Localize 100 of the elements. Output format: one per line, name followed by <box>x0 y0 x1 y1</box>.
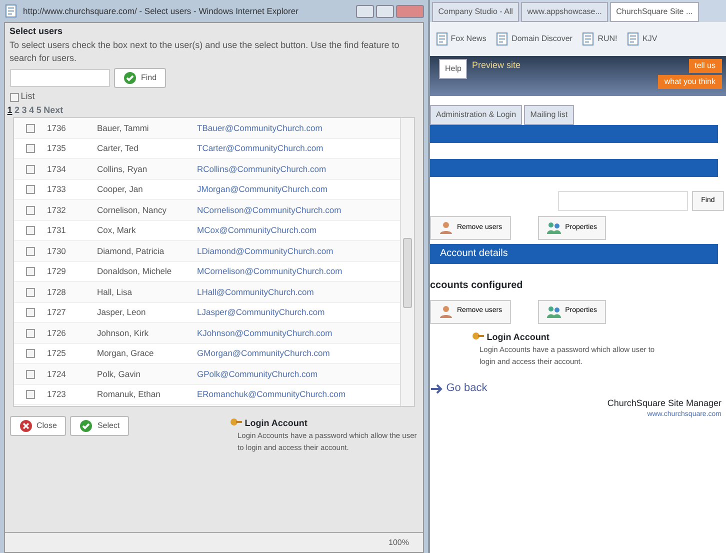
minimize-button[interactable] <box>356 4 374 18</box>
email-link[interactable]: MCox@CommunityChurch.com <box>197 224 317 237</box>
email-link[interactable]: MCornelison@CommunityChurch.com <box>197 265 342 278</box>
close-button[interactable] <box>396 4 424 18</box>
user-id: 1732 <box>47 204 67 216</box>
user-icon <box>439 304 453 318</box>
checkbox-label: List <box>20 90 35 104</box>
email-link[interactable]: NCornelison@CommunityChurch.com <box>197 204 342 216</box>
email-link[interactable]: TBauer@CommunityChurch.com <box>197 122 322 134</box>
people-icon <box>547 220 562 235</box>
footer-title: ChurchSquare Site Manager <box>607 396 722 410</box>
checkbox[interactable] <box>26 328 35 338</box>
email-link[interactable]: GPolk@CommunityChurch.com <box>197 368 318 380</box>
user-name: Cox, Mark <box>97 224 137 237</box>
user-id: 1735 <box>47 142 67 155</box>
checkbox[interactable] <box>26 206 35 214</box>
user-name: Collins, Ryan <box>97 162 148 176</box>
zoom-level[interactable]: 100% <box>5 532 423 552</box>
checkbox[interactable] <box>26 226 35 235</box>
user-name: Hall, Lisa <box>97 286 133 298</box>
page-link[interactable]: 5 <box>36 104 42 118</box>
user-id: 1725 <box>47 347 67 360</box>
people-icon <box>547 304 562 318</box>
email-link[interactable]: TCarter@CommunityChurch.com <box>197 142 324 155</box>
section-tab[interactable]: Mailing list <box>524 105 574 126</box>
user-id: 1733 <box>47 183 67 196</box>
checkbox[interactable] <box>26 390 35 399</box>
user-name: Cornelison, Nancy <box>97 204 168 216</box>
email-link[interactable]: RCollins@CommunityChurch.com <box>197 162 326 176</box>
scrollbar[interactable] <box>400 118 414 406</box>
email-link[interactable]: JMorgan@CommunityChurch.com <box>197 183 328 196</box>
user-name: Polk, Gavin <box>97 368 142 380</box>
preview-link[interactable]: Preview site <box>472 58 520 72</box>
page-link[interactable]: Next <box>44 104 64 118</box>
scrollbar-thumb[interactable] <box>403 238 412 308</box>
user-name: Donaldson, Michele <box>97 265 173 278</box>
arrow-icon <box>430 382 444 396</box>
user-name: Carter, Ted <box>97 142 140 155</box>
find-button[interactable]: Find <box>114 68 166 88</box>
page-link[interactable]: 2 <box>14 104 20 118</box>
user-name: Morgan, Grace <box>97 347 155 360</box>
instructions-text: To select users check the box next to the user(s) and use the select button. Use the find feature to search for users. <box>10 38 400 66</box>
favorite-link[interactable]: Fox News <box>450 33 486 46</box>
user-id: 1726 <box>47 326 67 340</box>
search-field[interactable] <box>558 190 688 211</box>
checkbox[interactable] <box>26 144 35 153</box>
page-link[interactable]: 1 <box>7 104 12 118</box>
user-id: 1724 <box>47 368 67 380</box>
close-icon <box>18 419 32 434</box>
section-header: Account details <box>430 244 718 264</box>
user-name: Johnson, Kirk <box>97 326 150 340</box>
email-link[interactable]: GMorgan@CommunityChurch.com <box>197 347 330 360</box>
browser-tab[interactable]: Company Studio - All <box>432 2 519 22</box>
dialog-heading: Select users <box>10 25 64 38</box>
email-link[interactable]: LJasper@CommunityChurch.com <box>197 306 325 319</box>
bookmark-icon <box>434 32 448 46</box>
favorite-link[interactable]: Domain Discover <box>512 33 572 46</box>
search-field[interactable] <box>10 69 110 87</box>
checkbox[interactable] <box>26 288 35 296</box>
favorite-link[interactable]: RUN! <box>598 33 618 46</box>
checkbox[interactable] <box>26 349 35 358</box>
bookmark-icon <box>495 32 510 46</box>
email-link[interactable]: LDiamond@CommunityChurch.com <box>197 244 334 258</box>
section-heading: ccounts configured <box>430 278 524 293</box>
checkbox[interactable] <box>26 370 35 378</box>
browser-tab[interactable]: ChurchSquare Site ... <box>610 2 699 22</box>
info-title: Login Account <box>486 330 550 344</box>
favorite-link[interactable]: KJV <box>642 33 658 46</box>
checkbox[interactable] <box>26 308 35 317</box>
maximize-button[interactable] <box>376 4 394 18</box>
back-link[interactable]: Go back <box>446 380 488 397</box>
checkbox[interactable] <box>10 92 18 102</box>
checkbox[interactable] <box>26 267 35 276</box>
page-link[interactable]: 3 <box>22 104 27 118</box>
info-title: Login Account <box>244 416 308 430</box>
user-id: 1727 <box>47 306 67 319</box>
checkbox[interactable] <box>26 246 35 256</box>
user-name: Jasper, Leon <box>97 306 147 319</box>
section-tab[interactable]: Administration & Login <box>430 105 522 126</box>
page-icon <box>4 4 18 18</box>
user-name: Romanuk, Ethan <box>97 388 162 401</box>
nav-tab[interactable]: Help <box>439 58 468 78</box>
page-link[interactable]: 4 <box>29 104 34 118</box>
bookmark-icon <box>581 32 596 46</box>
checkbox[interactable] <box>26 185 35 194</box>
user-name: Bauer, Tammi <box>97 122 150 134</box>
checkbox[interactable] <box>26 164 35 174</box>
browser-tab[interactable]: www.appshowcase... <box>521 2 608 22</box>
window-title: http://www.churchsquare.com/ - Select users - Windows Internet Explorer <box>23 4 300 18</box>
user-id: 1731 <box>47 224 67 237</box>
checkbox[interactable] <box>26 124 35 132</box>
email-link[interactable]: LHall@CommunityChurch.com <box>197 286 314 298</box>
close-dialog-button[interactable]: Close <box>10 416 66 436</box>
user-name: Diamond, Patricia <box>97 244 166 258</box>
user-id: 1729 <box>47 265 67 278</box>
user-id: 1728 <box>47 286 67 298</box>
user-name: Cooper, Jan <box>97 183 144 196</box>
select-button[interactable]: Select <box>70 416 129 436</box>
email-link[interactable]: ERomanchuk@CommunityChurch.com <box>197 388 346 401</box>
email-link[interactable]: KJohnson@CommunityChurch.com <box>197 326 332 340</box>
